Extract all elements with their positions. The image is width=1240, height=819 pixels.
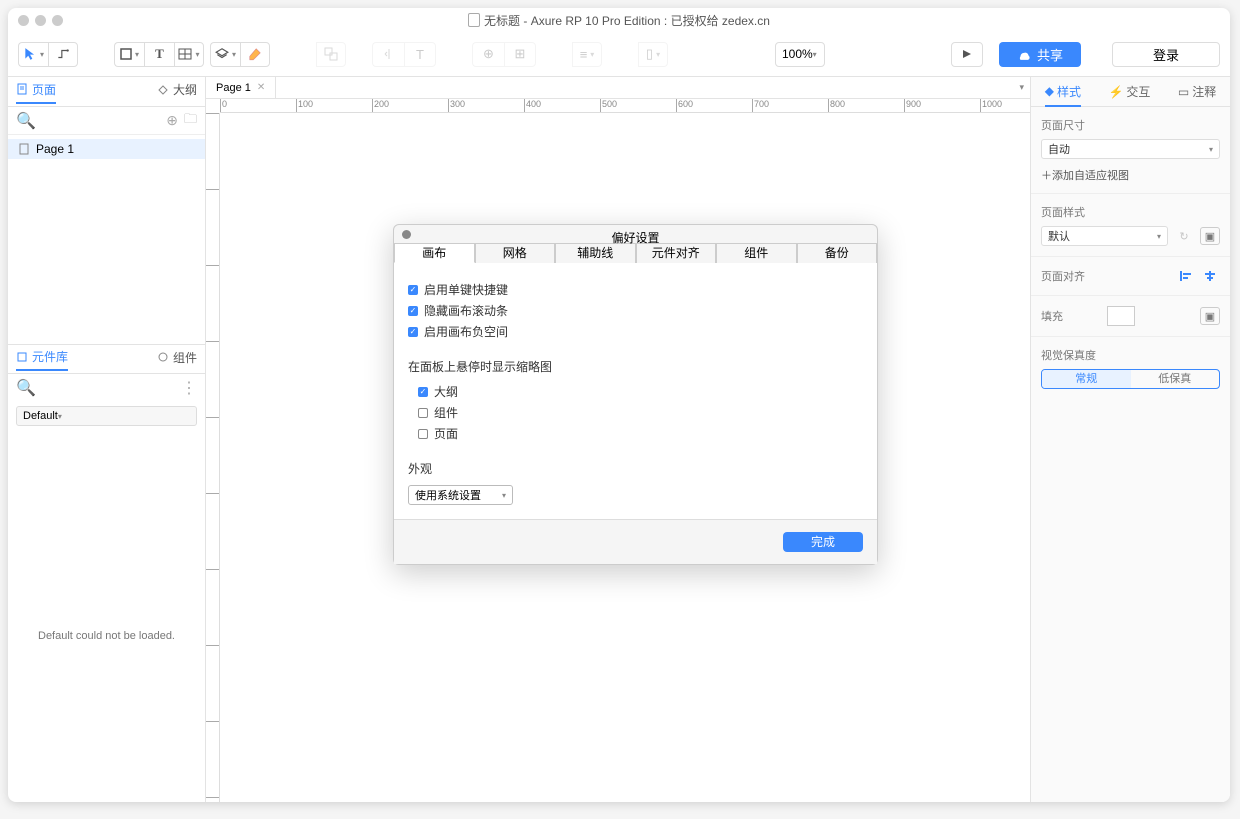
dlg-tab-guides[interactable]: 辅助线 bbox=[555, 243, 636, 263]
dialog-close-icon[interactable] bbox=[402, 230, 411, 239]
zoom-select[interactable]: 100% bbox=[775, 42, 825, 67]
chk-hide-scroll[interactable]: ✓隐藏画布滚动条 bbox=[408, 302, 863, 319]
layer-tool-button[interactable] bbox=[210, 42, 240, 67]
fidelity-low[interactable]: 低保真 bbox=[1131, 370, 1220, 388]
right-panel: ◆样式 ⚡交互 ▭注释 页面尺寸 自动 ＋添加自适应视图 页面样式 默认 ↻ ▣… bbox=[1030, 77, 1230, 802]
preferences-dialog: 偏好设置 画布 网格 辅助线 元件对齐 组件 备份 ✓启用单键快捷键 ✓隐藏画布… bbox=[393, 224, 878, 565]
flip-h-button bbox=[372, 42, 404, 67]
page-size-select[interactable]: 自动 bbox=[1041, 139, 1220, 159]
page-size-label: 页面尺寸 bbox=[1041, 117, 1220, 133]
chk-thumb-outline[interactable]: ✓大纲 bbox=[418, 383, 863, 400]
page-style-label: 页面样式 bbox=[1041, 204, 1220, 220]
align-left-button[interactable] bbox=[1176, 267, 1196, 285]
canvas-page-tab[interactable]: Page 1 ✕ bbox=[206, 77, 276, 98]
done-button[interactable]: 完成 bbox=[783, 532, 863, 552]
widgets-menu-icon[interactable]: ⋮ bbox=[181, 378, 197, 398]
dlg-tab-masters[interactable]: 组件 bbox=[716, 243, 797, 263]
search-widgets-icon[interactable]: 🔍 bbox=[16, 378, 36, 398]
connect-tool-button[interactable] bbox=[48, 42, 78, 67]
arrange-v-button: ▯ bbox=[638, 42, 668, 67]
text-tool-button[interactable]: T bbox=[144, 42, 174, 67]
align-center-button[interactable] bbox=[1200, 267, 1220, 285]
tab-widgets[interactable]: 元件库 bbox=[16, 348, 68, 371]
page-style-select[interactable]: 默认 bbox=[1041, 226, 1168, 246]
rtab-interaction[interactable]: ⚡交互 bbox=[1108, 83, 1150, 100]
left-panel: 页面 大纲 🔍 ⊕ 🗀 Page 1 元件库 组件 🔍 bbox=[8, 77, 206, 802]
chk-neg-space[interactable]: ✓启用画布负空间 bbox=[408, 323, 863, 340]
login-button[interactable]: 登录 bbox=[1112, 42, 1220, 67]
appearance-select[interactable]: 使用系统设置 bbox=[408, 485, 513, 505]
ruler-horizontal: 0 100 200 300 400 500 600 700 800 900 10… bbox=[220, 99, 1030, 113]
page-icon bbox=[18, 143, 30, 155]
rtab-style[interactable]: ◆样式 bbox=[1045, 83, 1081, 107]
group-button[interactable] bbox=[316, 42, 346, 67]
fidelity-normal[interactable]: 常规 bbox=[1042, 370, 1131, 388]
select-tool-button[interactable] bbox=[18, 42, 48, 67]
align-button: ⊕ bbox=[472, 42, 504, 67]
dlg-tab-grid[interactable]: 网格 bbox=[475, 243, 556, 263]
app-window: 无标题 - Axure RP 10 Pro Edition : 已授权给 zed… bbox=[8, 8, 1230, 802]
tab-outline[interactable]: 大纲 bbox=[157, 81, 197, 102]
style-manage-icon[interactable]: ▣ bbox=[1200, 227, 1220, 245]
window-title: 无标题 - Axure RP 10 Pro Edition : 已授权给 zed… bbox=[8, 12, 1230, 29]
distribute-button: ⊞ bbox=[504, 42, 536, 67]
dlg-tab-backup[interactable]: 备份 bbox=[797, 243, 878, 263]
page-align-label: 页面对齐 bbox=[1041, 268, 1176, 284]
page-tree-item[interactable]: Page 1 bbox=[8, 139, 205, 159]
add-folder-icon[interactable]: 🗀 bbox=[184, 110, 197, 132]
fill-image-button[interactable]: ▣ bbox=[1200, 307, 1220, 325]
close-tab-icon[interactable]: ✕ bbox=[257, 82, 265, 93]
preview-button[interactable] bbox=[951, 42, 983, 67]
search-icon[interactable]: 🔍 bbox=[16, 111, 36, 131]
page-tabs-menu-icon[interactable]: ▾ bbox=[1013, 82, 1030, 93]
dlg-tab-canvas[interactable]: 画布 bbox=[394, 243, 475, 263]
rtab-notes[interactable]: ▭注释 bbox=[1178, 83, 1216, 100]
file-icon bbox=[468, 13, 480, 27]
chk-thumb-masters[interactable]: 组件 bbox=[418, 404, 863, 421]
chk-thumb-pages[interactable]: 页面 bbox=[418, 425, 863, 442]
dlg-tab-snap[interactable]: 元件对齐 bbox=[636, 243, 717, 263]
fidelity-segmented[interactable]: 常规 低保真 bbox=[1041, 369, 1220, 389]
fidelity-label: 视觉保真度 bbox=[1041, 347, 1220, 363]
fill-color-swatch[interactable] bbox=[1107, 306, 1135, 326]
tab-pages[interactable]: 页面 bbox=[16, 81, 56, 104]
arrange-h-button: ≡ bbox=[572, 42, 602, 67]
flip-v-button: T bbox=[404, 42, 436, 67]
add-page-icon[interactable]: ⊕ bbox=[166, 112, 178, 129]
fill-label: 填充 bbox=[1041, 308, 1107, 324]
add-viewport-link[interactable]: ＋添加自适应视图 bbox=[1041, 167, 1220, 183]
chk-single-key[interactable]: ✓启用单键快捷键 bbox=[408, 281, 863, 298]
ruler-vertical bbox=[206, 113, 220, 802]
main-toolbar: T T ⊕ ⊞ ≡ ▯ 100% 共享 登录 bbox=[8, 32, 1230, 77]
style-refresh-icon[interactable]: ↻ bbox=[1174, 227, 1194, 245]
share-button[interactable]: 共享 bbox=[999, 42, 1081, 67]
tab-masters[interactable]: 组件 bbox=[157, 349, 197, 370]
hover-thumb-header: 在面板上悬停时显示缩略图 bbox=[408, 358, 863, 375]
library-load-error: Default could not be loaded. bbox=[8, 630, 205, 642]
table-tool-button[interactable] bbox=[174, 42, 204, 67]
title-bar: 无标题 - Axure RP 10 Pro Edition : 已授权给 zed… bbox=[8, 8, 1230, 32]
shape-tool-button[interactable] bbox=[114, 42, 144, 67]
library-select[interactable]: Default bbox=[16, 406, 197, 426]
appearance-label: 外观 bbox=[408, 460, 863, 477]
pen-tool-button[interactable] bbox=[240, 42, 270, 67]
dialog-title: 偏好设置 bbox=[611, 231, 659, 245]
